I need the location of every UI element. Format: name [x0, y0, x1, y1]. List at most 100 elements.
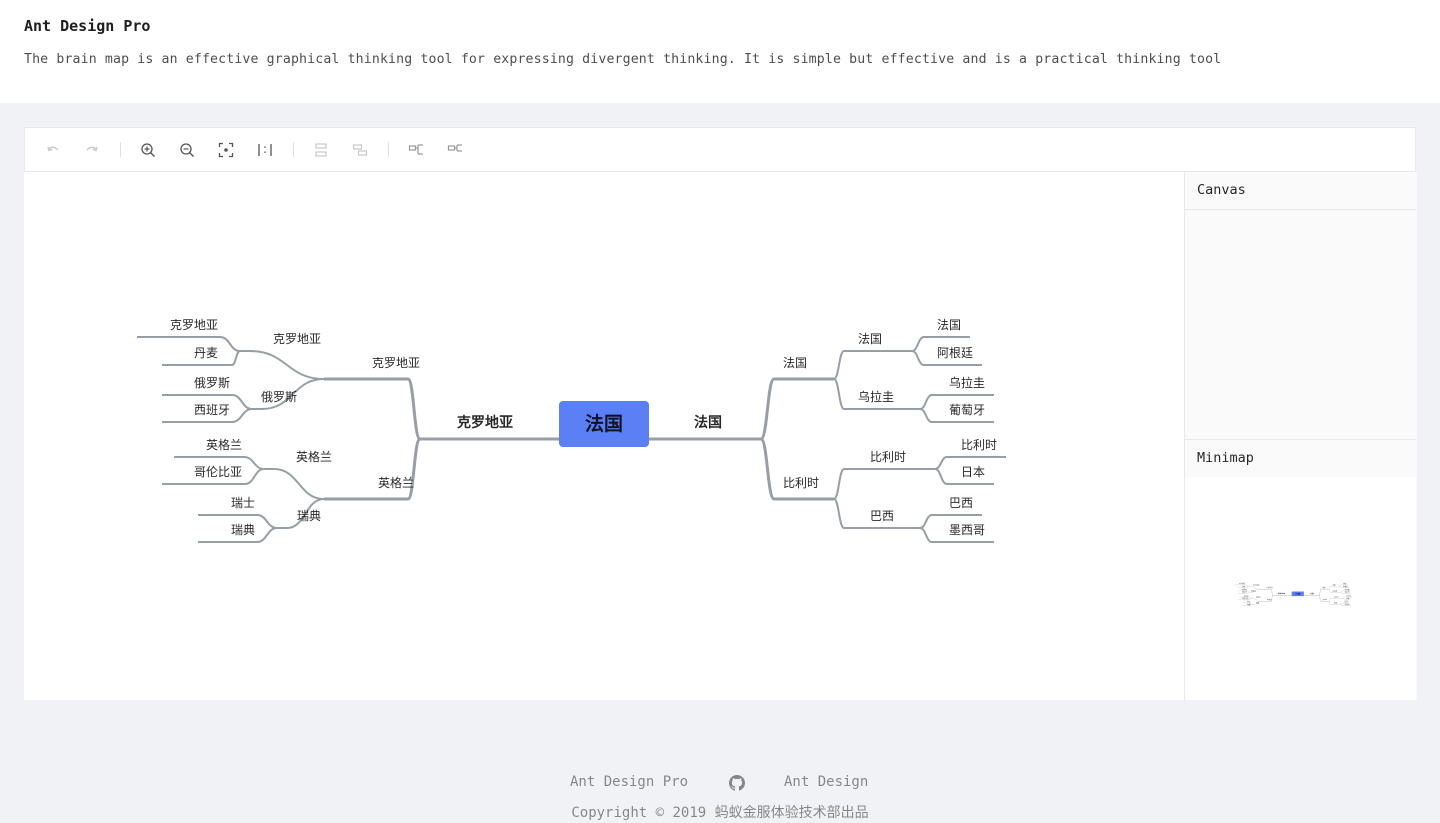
edge-right-l3[interactable]	[833, 498, 845, 529]
github-icon[interactable]	[729, 775, 745, 795]
edge-left-l4[interactable]	[231, 350, 241, 366]
node-level2-right: 比利时	[1322, 598, 1327, 601]
node-leaf-left[interactable]: 瑞士	[231, 496, 255, 510]
edge-right-l4[interactable]	[934, 456, 948, 470]
node-leaf-right[interactable]: 墨西哥	[949, 523, 985, 537]
node-leaf-right: 阿根廷	[1343, 585, 1348, 588]
zoom-in-button[interactable]	[138, 140, 158, 160]
node-level3-left[interactable]: 英格兰	[296, 449, 332, 464]
collapse-button[interactable]	[406, 140, 426, 160]
node-level1-right[interactable]: 法国	[694, 414, 722, 431]
footer-link-ant-design[interactable]: Ant Design	[784, 774, 868, 790]
minimap[interactable]: 法国 克罗地亚 法国 克罗地亚 克罗地亚 克罗地亚 丹麦 俄罗斯 俄罗斯 西班牙 英格兰 英格兰 英格兰…	[1185, 477, 1416, 700]
edge-right-l3[interactable]	[833, 378, 845, 410]
node-leaf-right[interactable]: 比利时	[961, 438, 997, 452]
node-level3-right[interactable]: 比利时	[870, 450, 906, 464]
edge-left-l3	[1252, 598, 1260, 602]
edge-left-l4[interactable]	[256, 514, 278, 529]
actual-size-button[interactable]	[255, 140, 275, 160]
edge-right-l3[interactable]	[833, 468, 845, 500]
node-leaf-right[interactable]: 阿根廷	[937, 346, 973, 360]
mindmap-canvas[interactable]: 法国 克罗地亚 法国 克罗地亚 克罗地亚 克罗地亚 丹麦 俄罗斯 俄罗斯 西班牙 英格兰 英格兰 英格兰…	[24, 172, 1184, 700]
node-leaf-left: 克罗地亚	[1239, 582, 1246, 585]
node-level2-right[interactable]: 比利时	[783, 476, 819, 490]
edge-right-l4[interactable]	[919, 408, 933, 423]
node-level2-left[interactable]: 英格兰	[378, 475, 414, 490]
node-leaf-right[interactable]: 日本	[961, 465, 985, 479]
redo-button[interactable]	[82, 140, 102, 160]
zoom-out-icon	[180, 143, 194, 157]
node-level1-right: 法国	[1310, 592, 1314, 595]
expand-icon	[447, 144, 462, 152]
edge-left-l4[interactable]	[231, 394, 253, 410]
node-leaf-left[interactable]: 哥伦比亚	[194, 464, 242, 479]
fit-view-button[interactable]	[216, 140, 236, 160]
edge-left-l4[interactable]	[219, 336, 241, 352]
node-leaf-right[interactable]: 巴西	[949, 496, 973, 510]
edge-right-l4[interactable]	[919, 394, 933, 410]
toolbar	[24, 127, 1416, 172]
actual-size-icon	[258, 144, 272, 156]
edge-right-l4	[1339, 586, 1342, 588]
edge-right-l4[interactable]	[934, 468, 948, 485]
node-level3-left: 英格兰	[1256, 596, 1261, 599]
edge-left-l3[interactable]	[273, 468, 325, 500]
node-leaf-left: 丹麦	[1242, 585, 1246, 588]
edge-left-l4[interactable]	[231, 408, 253, 423]
edge-right-l4[interactable]	[919, 527, 933, 543]
node-level2-left: 克罗地亚	[1266, 586, 1273, 589]
toolbar-divider	[120, 142, 121, 157]
mindmap-graph[interactable]: 法国克罗地亚 法国克罗地亚克罗地亚克罗地亚丹麦俄罗斯俄罗斯西班牙英格兰英格兰英格兰…	[24, 172, 1184, 700]
node-leaf-left[interactable]: 瑞典	[231, 523, 255, 537]
add-sibling-icon	[315, 143, 327, 157]
node-leaf-right[interactable]: 乌拉圭	[949, 375, 985, 390]
node-level2-right[interactable]: 法国	[783, 356, 807, 370]
edge-right-l2[interactable]	[759, 437, 776, 501]
edge-right-l4[interactable]	[911, 350, 925, 366]
edge-right-l4[interactable]	[919, 514, 933, 529]
node-level2-left[interactable]: 克罗地亚	[372, 356, 420, 370]
node-level3-right[interactable]: 巴西	[870, 509, 894, 523]
edge-left-l3[interactable]	[249, 350, 325, 380]
node-level3-right[interactable]: 法国	[858, 332, 882, 346]
node-level3-left[interactable]: 瑞典	[297, 509, 321, 523]
collapse-icon	[408, 144, 423, 155]
edge-left-l4	[1248, 598, 1252, 600]
toolbar-divider	[293, 142, 294, 157]
edge-right-l4	[1342, 598, 1345, 600]
node-level3-right[interactable]: 乌拉圭	[858, 389, 894, 404]
expand-button[interactable]	[445, 140, 465, 160]
footer-link-ant-design-pro[interactable]: Ant Design Pro	[570, 774, 688, 790]
edge-right-l2[interactable]	[759, 377, 776, 441]
edge-left-l4[interactable]	[256, 527, 278, 543]
node-leaf-right[interactable]: 法国	[937, 318, 961, 332]
edge-right-l4[interactable]	[911, 336, 925, 352]
node-leaf-left[interactable]: 俄罗斯	[194, 376, 230, 390]
undo-button[interactable]	[43, 140, 63, 160]
node-leaf-left[interactable]: 英格兰	[206, 437, 242, 452]
root-node-label[interactable]: 法国	[585, 412, 623, 435]
node-leaf-right[interactable]: 葡萄牙	[949, 403, 985, 417]
zoom-out-button[interactable]	[177, 140, 197, 160]
edge-left-l2[interactable]	[406, 377, 422, 441]
node-level3-right: 乌拉圭	[1332, 590, 1337, 593]
node-level1-left[interactable]: 克罗地亚	[457, 414, 513, 431]
node-leaf-left[interactable]: 克罗地亚	[170, 318, 218, 332]
add-child-button[interactable]	[350, 140, 370, 160]
edge-left-l4[interactable]	[244, 468, 265, 485]
page-description: The brain map is an effective graphical …	[24, 52, 1222, 67]
edge-right-l3[interactable]	[833, 350, 845, 380]
node-leaf-left[interactable]: 西班牙	[194, 403, 230, 417]
canvas-panel-header[interactable]: Canvas	[1185, 172, 1416, 210]
edge-right-l2	[1318, 595, 1322, 602]
add-sibling-button[interactable]	[311, 140, 331, 160]
minimap-panel-header[interactable]: Minimap	[1185, 439, 1416, 478]
node-level3-left[interactable]: 俄罗斯	[261, 390, 297, 404]
edge-right-l3	[1328, 589, 1331, 593]
node-leaf-left[interactable]: 丹麦	[194, 346, 218, 360]
canvas-panel-title: Canvas	[1197, 182, 1246, 198]
edge-left-l4[interactable]	[243, 456, 265, 470]
node-level3-left[interactable]: 克罗地亚	[273, 332, 321, 346]
toolbar-divider	[388, 142, 389, 157]
edge-left-l2[interactable]	[406, 437, 422, 501]
